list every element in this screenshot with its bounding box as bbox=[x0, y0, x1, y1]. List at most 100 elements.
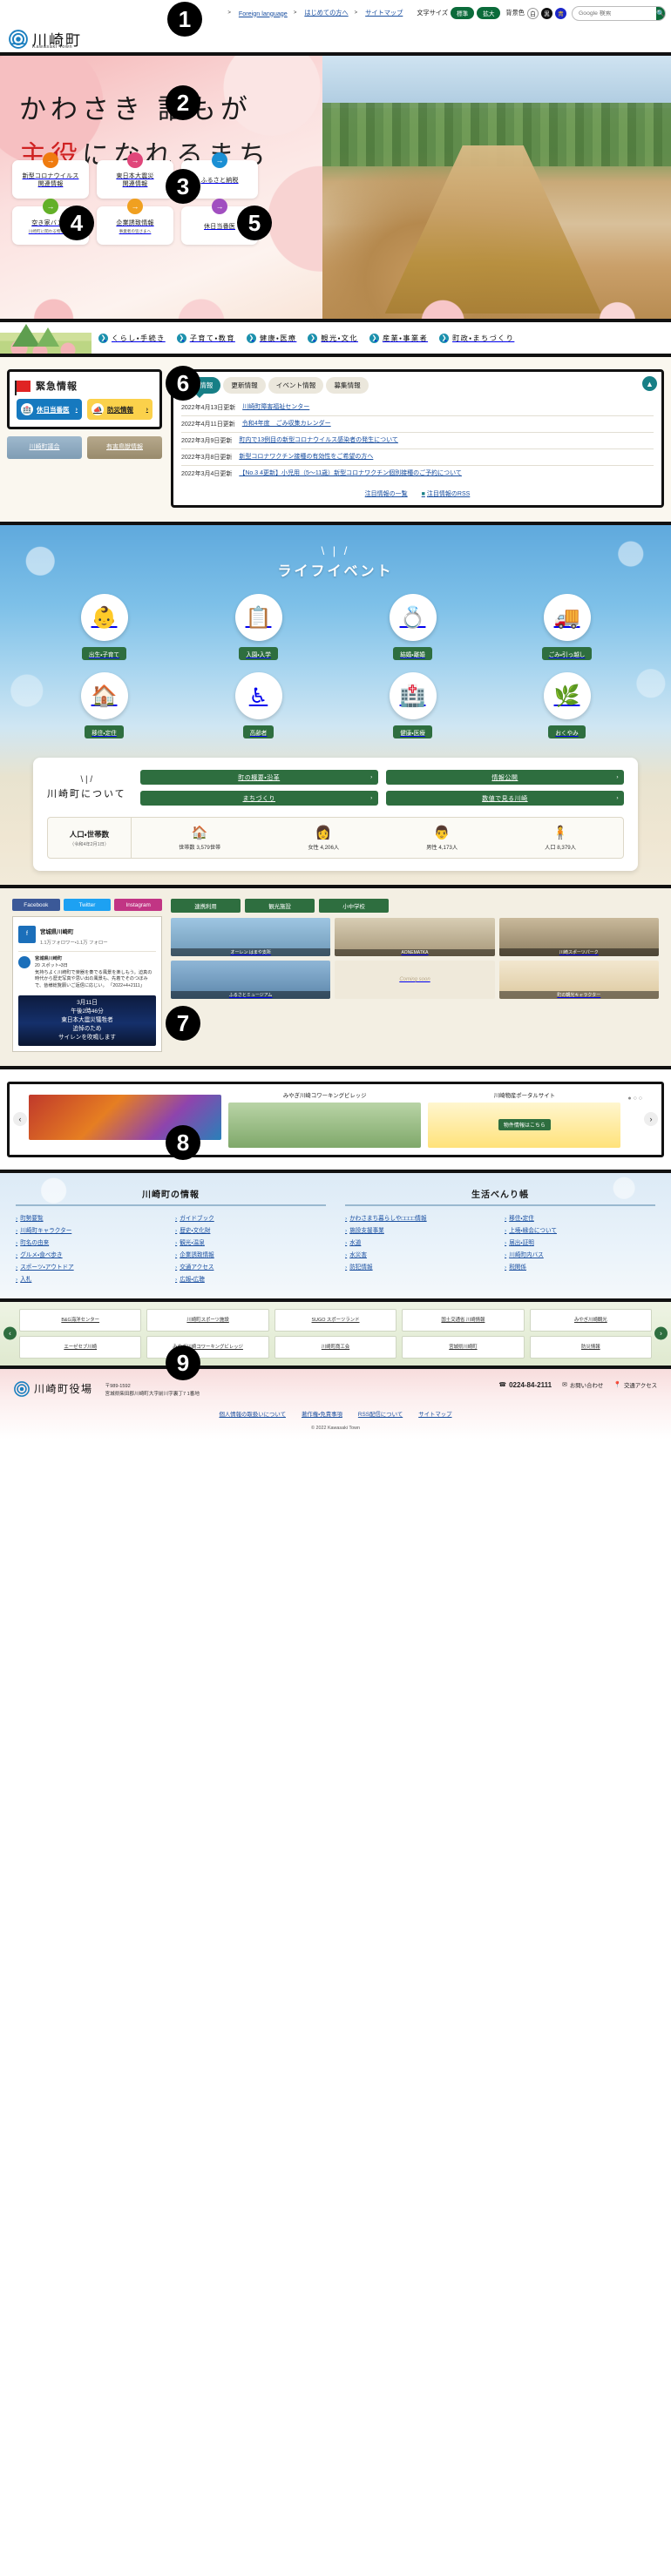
bl-item[interactable]: › 水災害 bbox=[345, 1250, 496, 1258]
font-size-large-button[interactable]: 拡大 bbox=[477, 7, 501, 19]
tab-updates[interactable]: 更新情報 bbox=[223, 377, 266, 394]
bl-item[interactable]: › 交通アクセス bbox=[175, 1262, 326, 1271]
link-first-time[interactable]: はじめての方へ bbox=[304, 9, 348, 17]
search-icon[interactable]: 🔍 bbox=[656, 6, 665, 20]
chevron-right-icon[interactable]: › bbox=[644, 1112, 658, 1127]
news-title[interactable]: 令和4年度 ごみ収集カレンダー bbox=[242, 420, 331, 428]
bl-item[interactable]: › 川崎町キャラクター bbox=[16, 1225, 166, 1234]
tab-twitter[interactable]: Twitter bbox=[63, 899, 112, 911]
partner-banner[interactable]: 防災情報 bbox=[529, 1335, 653, 1359]
link-foreign-language[interactable]: Foreign language bbox=[239, 10, 288, 17]
site-search[interactable]: 🔍 bbox=[572, 5, 666, 21]
life-event-marriage[interactable]: 💍 結婚・離婚 bbox=[347, 594, 478, 660]
life-event-garbage-moving[interactable]: 🚚 ごみ・引っ越し bbox=[501, 594, 633, 660]
quick-link-earthquake[interactable]: → 東日本大震災 関連情報 bbox=[97, 152, 173, 199]
news-rss-link[interactable]: ■ 注目情報のRSS bbox=[422, 489, 471, 498]
quick-link-covid[interactable]: → 新型コロナウイルス 関連情報 bbox=[12, 152, 89, 199]
news-list-item[interactable]: 2022年4月13日更新 川崎町障害福祉センター bbox=[181, 400, 654, 416]
footer-link-rss[interactable]: RSS配信について bbox=[358, 1410, 403, 1418]
partner-banner[interactable]: 国土交通省 川崎情報 bbox=[402, 1308, 525, 1332]
news-list-item[interactable]: 2022年3月4日更新 【No.3 4更新】小児用（5〜11歳）新型コロナワクチ… bbox=[181, 466, 654, 482]
nav-item-living[interactable]: ❯ くらし・手続き bbox=[98, 333, 166, 343]
partner-banner[interactable]: SUGO スポーツランド bbox=[274, 1308, 397, 1332]
nav-item-industry[interactable]: ❯ 産業・事業者 bbox=[369, 333, 428, 343]
tile-town-council[interactable]: 川崎町議会 bbox=[7, 436, 82, 459]
partner-banner[interactable]: 川崎町商工会 bbox=[274, 1335, 397, 1359]
site-logo[interactable]: 川崎町 Kawasaki Town bbox=[9, 30, 82, 50]
disaster-info-button[interactable]: 📣 防災情報 › bbox=[87, 399, 152, 420]
chevron-right-icon[interactable]: › bbox=[654, 1326, 668, 1340]
news-title[interactable]: 新型コロナワクチン接種の有効性をご希望の方へ bbox=[239, 453, 373, 461]
tab-schools[interactable]: 小中学校 bbox=[319, 899, 389, 913]
news-all-link[interactable]: 注目情報の一覧 bbox=[365, 489, 408, 498]
nav-item-townpolicy[interactable]: ❯ 町政・まちづくり bbox=[439, 333, 514, 343]
news-title[interactable]: 【No.3 4更新】小児用（5〜11歳）新型コロナワクチン個別接種のご予約につい… bbox=[239, 469, 462, 477]
news-title[interactable]: 町内で13例目の新型コロナウイルス感染者の発生について bbox=[239, 436, 398, 444]
facebook-post-image[interactable]: 3月11日 午後2時46分 東日本大震災犠牲者 追悼のため サイレンを吹鳴します bbox=[18, 995, 156, 1046]
bl-item[interactable]: › 歴史・文化財 bbox=[175, 1225, 326, 1234]
footer-link-privacy[interactable]: 個人情報の取扱いについて bbox=[219, 1410, 286, 1418]
tab-events[interactable]: イベント情報 bbox=[268, 377, 324, 394]
bgcolor-blue-button[interactable]: 青 bbox=[555, 7, 566, 19]
life-event-condolence[interactable]: 🌿 おくやみ bbox=[501, 672, 633, 738]
partner-banner[interactable]: 宮城県川崎町 bbox=[402, 1335, 525, 1359]
bl-item[interactable]: › 移住・定住 bbox=[505, 1213, 655, 1222]
tab-instagram[interactable]: Instagram bbox=[114, 899, 163, 911]
about-link-disclosure[interactable]: 情報公開 › bbox=[385, 770, 624, 785]
tab-related-use[interactable]: 連携利用 bbox=[171, 899, 241, 913]
search-input[interactable] bbox=[573, 10, 656, 17]
nav-item-tourism[interactable]: ❯ 観光・文化 bbox=[308, 333, 358, 343]
partner-banner[interactable]: B&G海洋センター bbox=[19, 1308, 142, 1332]
partner-banner[interactable]: みやぎ川崎観光 bbox=[529, 1308, 653, 1332]
tab-tourist-facility[interactable]: 観光施設 bbox=[245, 899, 315, 913]
bl-item[interactable]: › グルメ・食べ歩き bbox=[16, 1250, 166, 1258]
tab-facebook[interactable]: Facebook bbox=[12, 899, 60, 911]
life-event-school-enroll[interactable]: 📋 入園・入学 bbox=[193, 594, 324, 660]
chevron-up-icon[interactable]: ▲ bbox=[642, 376, 657, 391]
bl-item[interactable]: › 広報・広聴 bbox=[175, 1274, 326, 1283]
partner-banner[interactable]: 川崎町スポーツ施設 bbox=[146, 1308, 269, 1332]
bl-item[interactable]: › 施設支援事業 bbox=[345, 1225, 496, 1234]
footer-link-copyright[interactable]: 著作権・免責事項 bbox=[302, 1410, 342, 1418]
partner-banner[interactable]: みやぎ川崎コワーキングビレッジ bbox=[146, 1335, 269, 1359]
bl-item[interactable]: › 水道 bbox=[345, 1237, 496, 1246]
about-link-statistics[interactable]: 数値で見る川崎 › bbox=[385, 791, 624, 806]
bl-item[interactable]: › 川崎町内バス bbox=[505, 1250, 655, 1258]
facility-thumb[interactable]: ふるさとミュージアム bbox=[171, 961, 331, 999]
bgcolor-black-button[interactable]: 黒 bbox=[541, 7, 552, 19]
carousel-item-coworking[interactable]: みやぎ川崎コワーキングビレッジ bbox=[228, 1091, 422, 1148]
font-size-standard-button[interactable]: 標準 bbox=[451, 7, 475, 19]
life-event-birth-childcare[interactable]: 👶 出生・子育て bbox=[38, 594, 170, 660]
footer-inquiry-link[interactable]: ✉ お問い合わせ bbox=[562, 1381, 603, 1389]
bl-item[interactable]: › 観光・温泉 bbox=[175, 1237, 326, 1246]
footer-link-sitemap[interactable]: サイトマップ bbox=[418, 1410, 451, 1418]
bl-item[interactable]: › 税関係 bbox=[505, 1262, 655, 1271]
bl-item[interactable]: › 届出・証明 bbox=[505, 1237, 655, 1246]
tile-wildlife-info[interactable]: 有害鳥獣情報 bbox=[87, 436, 162, 459]
footer-access-link[interactable]: 📍 交通アクセス bbox=[613, 1381, 657, 1389]
carousel-dots[interactable]: ● ○ ○ bbox=[627, 1096, 642, 1148]
life-event-elderly[interactable]: ♿ 高齢者 bbox=[193, 672, 324, 738]
carousel-item-bussan[interactable]: 川崎物産ポータルサイト 物件情報はこちら bbox=[428, 1091, 621, 1148]
chevron-left-icon[interactable]: ‹ bbox=[3, 1326, 17, 1340]
facility-thumb-placeholder[interactable]: Coming soon bbox=[335, 961, 495, 999]
tab-recruitment[interactable]: 募集情報 bbox=[326, 377, 369, 394]
footer-tel[interactable]: ☎ 0224-84-2111 bbox=[498, 1381, 552, 1389]
partner-banner[interactable]: エーゼセブ川崎 bbox=[19, 1335, 142, 1359]
bl-item[interactable]: › 上境・縁会について bbox=[505, 1225, 655, 1234]
holiday-doctor-button[interactable]: 🏥 休日当番医 › bbox=[17, 399, 82, 420]
bl-item[interactable]: › 防犯情報 bbox=[345, 1262, 496, 1271]
footer-logo[interactable]: 川崎町役場 bbox=[14, 1381, 93, 1397]
news-list-item[interactable]: 2022年3月9日更新 町内で13例目の新型コロナウイルス感染者の発生について bbox=[181, 433, 654, 449]
life-event-migration[interactable]: 🏠 移住・定住 bbox=[38, 672, 170, 738]
link-sitemap[interactable]: サイトマップ bbox=[365, 9, 403, 17]
chevron-left-icon[interactable]: ‹ bbox=[13, 1112, 27, 1127]
facility-thumb[interactable]: オーレン はまや支所 bbox=[171, 918, 331, 956]
life-event-health-medical[interactable]: 🏥 健康・医療 bbox=[347, 672, 478, 738]
about-link-overview[interactable]: 町の概要・沿革 › bbox=[139, 770, 378, 785]
about-link-machizukuri[interactable]: まちづくり › bbox=[139, 791, 378, 806]
bl-item[interactable]: › 町名の由来 bbox=[16, 1237, 166, 1246]
bgcolor-white-button[interactable]: 白 bbox=[527, 7, 539, 19]
bl-item[interactable]: › スポーツ・アウトドア bbox=[16, 1262, 166, 1271]
news-title[interactable]: 川崎町障害福祉センター bbox=[242, 403, 309, 411]
